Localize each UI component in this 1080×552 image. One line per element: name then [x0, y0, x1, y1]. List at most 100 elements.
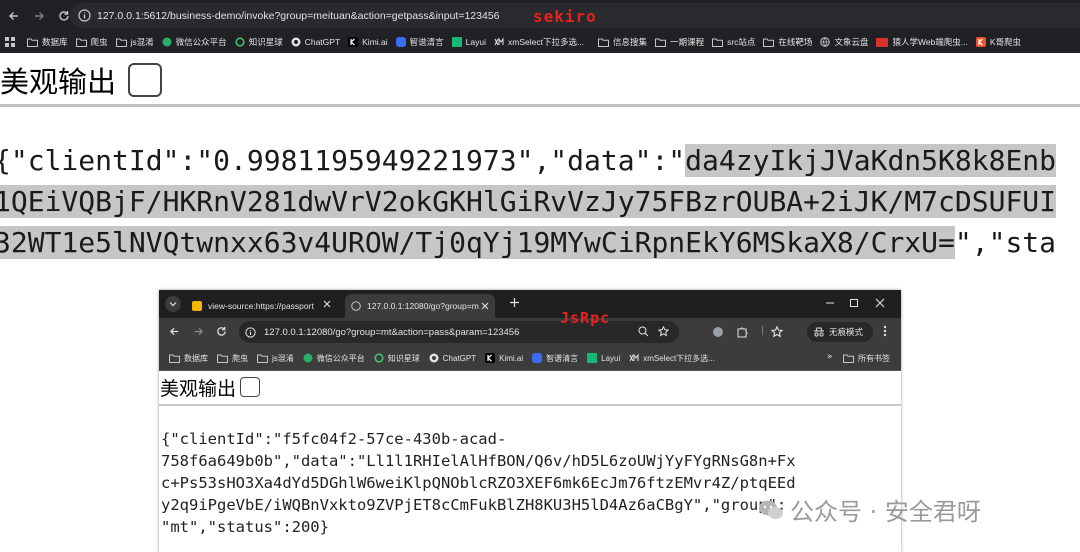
tab-view-source[interactable]: view-source:https://passport — [187, 294, 337, 318]
bookmark-item[interactable]: 知识星球 — [235, 36, 283, 48]
forward-button[interactable] — [193, 326, 204, 337]
bookmark-item[interactable]: 数据库 — [169, 353, 208, 364]
bookmark-item[interactable]: ChatGPT — [291, 37, 340, 47]
bookmark-item[interactable]: 知识星球 — [374, 353, 420, 364]
kge-icon — [975, 37, 986, 47]
xm-icon — [494, 37, 504, 46]
pretty-output-label: 美观输出 — [0, 65, 117, 99]
bookmarks-icon[interactable] — [771, 326, 783, 338]
bookmark-item[interactable]: 信息搜集 — [598, 36, 647, 48]
info-icon[interactable] — [78, 9, 91, 22]
new-tab-button[interactable] — [509, 297, 520, 308]
star-icon[interactable] — [658, 326, 669, 337]
inner-address-bar[interactable]: 127.0.0.1:12080/go?group=mt&action=pass&… — [239, 321, 679, 343]
zoom-icon[interactable] — [638, 326, 649, 337]
bookmark-item[interactable]: Layui — [587, 353, 620, 363]
bookmark-item[interactable]: Kimi.ai — [485, 353, 523, 363]
kimi-icon — [348, 37, 359, 47]
minimize-icon — [826, 302, 834, 304]
bookmark-item[interactable]: Layui — [451, 37, 486, 47]
maximize-button[interactable] — [849, 298, 859, 308]
inner-pretty-output-toggle[interactable]: 美观输出 — [160, 372, 261, 402]
divider — [0, 104, 1080, 107]
arrow-right-icon — [194, 327, 204, 336]
kimi-icon — [485, 353, 496, 363]
more-bookmarks-icon[interactable]: » — [827, 352, 833, 362]
json-line: {"clientId":"f5fc04f2-57ce-430b-acad- — [161, 430, 507, 448]
incognito-icon — [814, 327, 824, 337]
bookmark-item[interactable]: 智谱清言 — [395, 36, 444, 48]
bookmark-item[interactable]: 数据库 — [27, 36, 68, 48]
back-button[interactable] — [169, 326, 180, 337]
bookmark-item[interactable]: 爬虫 — [217, 353, 248, 364]
bookmark-item[interactable]: 在线靶场 — [763, 36, 812, 48]
bookmark-item[interactable]: K哥爬虫 — [975, 36, 1021, 48]
pretty-output-checkbox[interactable] — [128, 63, 163, 97]
arrow-left-icon — [9, 11, 18, 20]
pretty-output-toggle[interactable]: 美观输出 — [0, 56, 163, 104]
bookmark-item[interactable]: ChatGPT — [429, 353, 476, 363]
bookmark-item[interactable]: 微信公众平台 — [303, 353, 365, 364]
json-plain-text: {"clientId":"0.9981195949221973","data":… — [0, 144, 686, 177]
bookmark-item[interactable]: Kimi.ai — [348, 37, 388, 47]
close-icon[interactable] — [323, 300, 331, 308]
minimize-button[interactable] — [825, 298, 835, 308]
bookmark-item[interactable]: 微信公众平台 — [162, 36, 227, 48]
maximize-icon — [850, 299, 858, 307]
bookmark-item[interactable]: 文象云盘 — [820, 36, 868, 48]
inner-pretty-output-checkbox[interactable] — [240, 377, 261, 397]
all-bookmarks-folder[interactable]: 所有书签 — [843, 353, 890, 364]
plus-icon — [510, 298, 519, 307]
site-favicon-icon — [192, 301, 202, 311]
bookmark-item[interactable]: 猿人学Web端爬虫... — [876, 36, 968, 48]
wechat-icon — [303, 353, 313, 363]
close-icon — [875, 298, 885, 308]
bookmark-item[interactable]: 一期课程 — [655, 36, 704, 48]
folder-icon — [598, 38, 610, 47]
divider — [159, 404, 901, 406]
back-button[interactable] — [3, 5, 25, 27]
folder-icon — [655, 38, 667, 47]
arrow-right-icon — [35, 11, 44, 20]
close-icon[interactable] — [481, 302, 489, 310]
extension-icon[interactable] — [712, 326, 724, 338]
incognito-badge[interactable]: 无痕模式 — [807, 322, 874, 342]
main-browser-toolbar: 127.0.0.1:5612/business-demo/invoke?grou… — [0, 0, 1080, 31]
bookmark-item[interactable]: src站点 — [712, 36, 755, 48]
planet-icon — [235, 37, 245, 47]
tab-jsrpc[interactable]: 127.0.0.1:12080/go?group=m — [345, 294, 495, 318]
inner-toolbar: 127.0.0.1:12080/go?group=mt&action=pass&… — [159, 318, 901, 346]
globe-icon — [820, 37, 831, 47]
inner-bookmarks-bar: 数据库 爬虫 js混淆 微信公众平台 知识星球 ChatGPT Kimi.ai … — [159, 346, 901, 371]
json-line: 32WT1e5lNVQtwnxx63v4UROW/Tj0qYj19MYwCiRp… — [0, 222, 1080, 263]
folder-icon — [169, 354, 180, 363]
close-window-button[interactable] — [875, 298, 885, 308]
forward-button[interactable] — [28, 5, 50, 27]
inner-url-text: 127.0.0.1:12080/go?group=mt&action=pass&… — [264, 326, 520, 338]
chatgpt-icon — [429, 353, 439, 363]
folder-icon — [27, 38, 38, 47]
bookmark-item[interactable]: js混淆 — [257, 353, 294, 364]
bookmark-item[interactable]: js混淆 — [115, 36, 154, 48]
jsrpc-label: JsRpc — [560, 309, 611, 327]
bookmark-item[interactable]: xmSelect下拉多选... — [494, 36, 584, 48]
json-selected-text: 32WT1e5lNVQtwnxx63v4UROW/Tj0qYj19MYwCiRp… — [0, 226, 955, 259]
bookmark-item[interactable]: xmSelect下拉多选... — [629, 353, 715, 364]
puzzle-icon[interactable] — [736, 326, 748, 338]
more-vertical-icon — [883, 325, 887, 337]
bookmark-item[interactable]: 智谱清言 — [532, 353, 578, 364]
zhipu-icon — [532, 353, 543, 363]
reload-button[interactable] — [216, 326, 227, 337]
folder-icon — [843, 354, 854, 363]
url-text: 127.0.0.1:5612/business-demo/invoke?grou… — [97, 9, 500, 22]
toolbar-separator: | — [761, 325, 765, 336]
info-icon[interactable] — [245, 326, 256, 338]
apps-icon[interactable] — [5, 37, 15, 47]
layui-icon — [451, 37, 462, 47]
menu-button[interactable] — [883, 325, 887, 337]
tab-search-button[interactable] — [165, 296, 181, 312]
bookmark-item[interactable]: 爬虫 — [75, 36, 108, 48]
folder-icon — [217, 354, 228, 363]
globe-icon — [351, 301, 361, 311]
chatgpt-icon — [291, 37, 301, 47]
